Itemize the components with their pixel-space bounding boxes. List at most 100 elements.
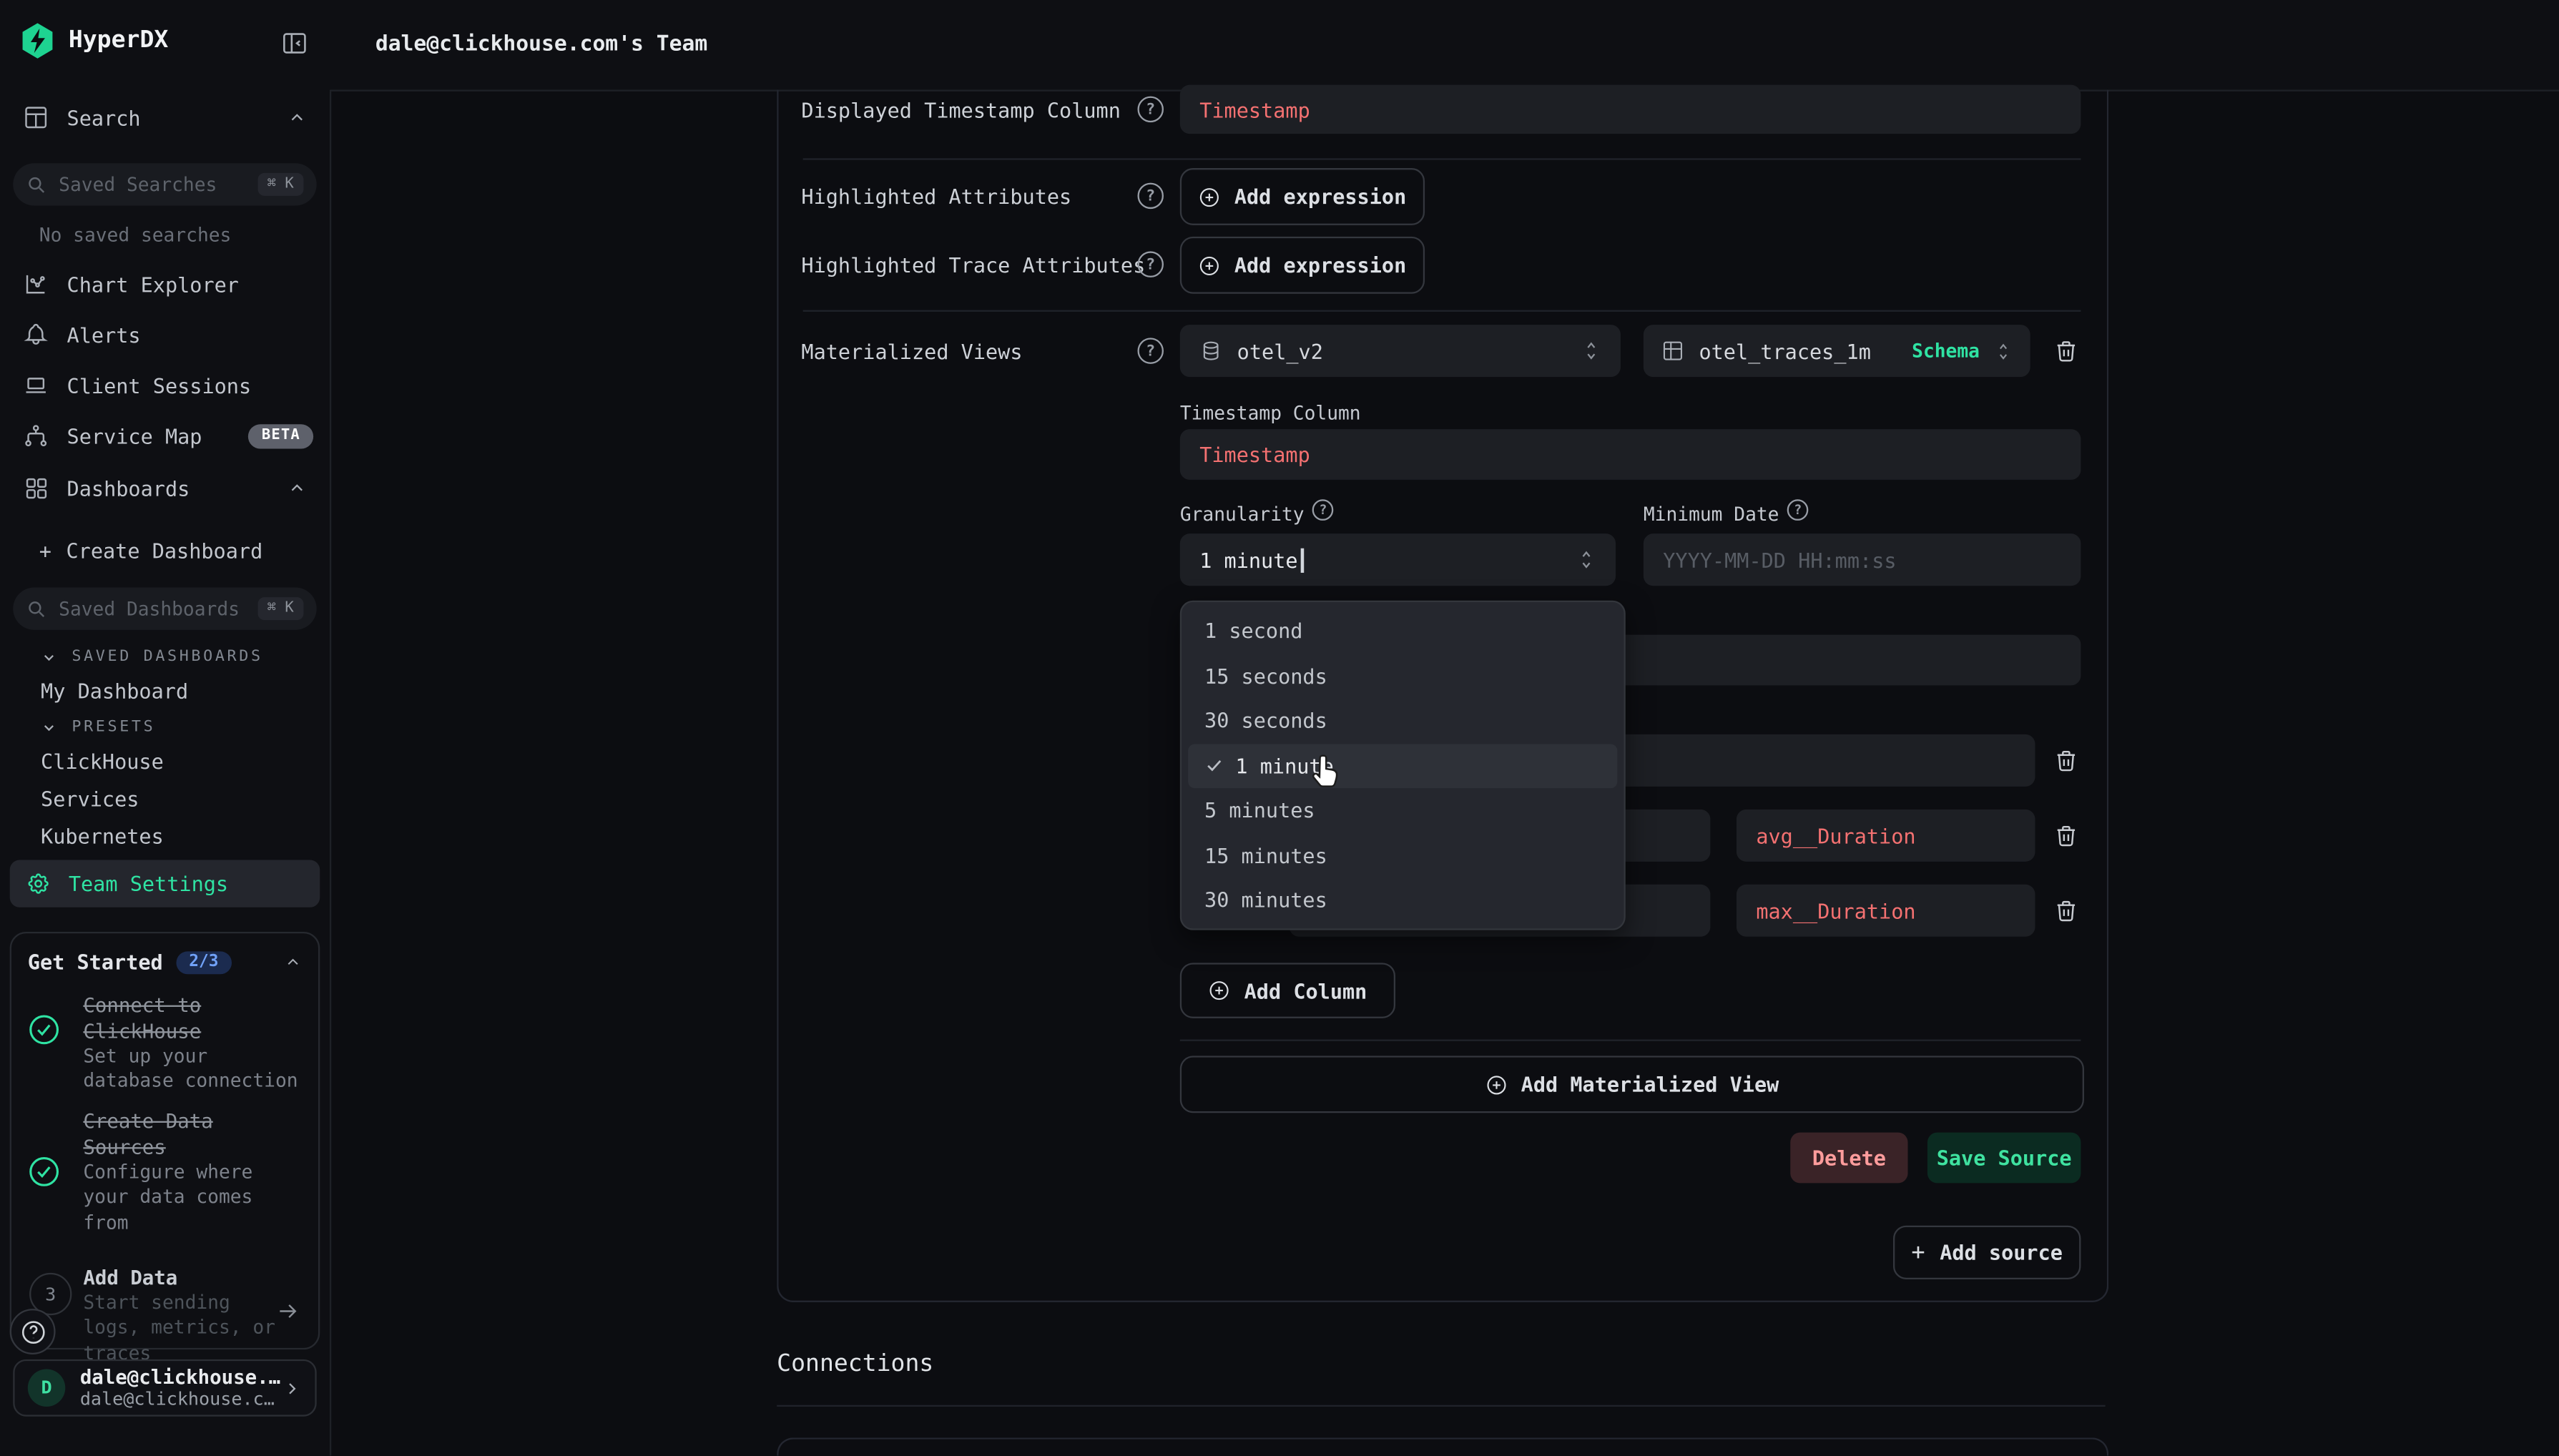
schema-badge[interactable]: Schema — [1912, 340, 1980, 363]
dropdown-option[interactable]: 30 seconds — [1188, 699, 1617, 744]
column-alias-input[interactable]: max__Duration — [1737, 885, 2035, 937]
chevron-up-icon — [288, 108, 307, 127]
selector-icon — [1581, 340, 1601, 363]
save-source-button[interactable]: Save Source — [1927, 1133, 2081, 1184]
app-title: HyperDX — [69, 28, 168, 54]
saved-dashboards-input[interactable]: Saved Dashboards ⌘ K — [13, 587, 316, 629]
help-button[interactable] — [10, 1309, 56, 1354]
displayed-timestamp-label: Displayed Timestamp Column — [801, 98, 1121, 122]
delete-column-icon[interactable] — [2053, 822, 2080, 849]
highlighted-trace-attributes-label: Highlighted Trace Attributes — [801, 253, 1145, 277]
dropdown-option[interactable]: 30 minutes — [1188, 878, 1617, 923]
granularity-label: Granularity — [1180, 503, 1305, 526]
granularity-dropdown: 1 second 15 seconds 30 seconds 1 minute … — [1180, 601, 1626, 930]
get-started-step[interactable]: Create Data Sources Configure where your… — [83, 1110, 252, 1235]
connections-card — [777, 1437, 2108, 1455]
create-dashboard-button[interactable]: + Create Dashboard — [39, 538, 263, 563]
saved-searches-input[interactable]: Saved Searches ⌘ K — [13, 163, 316, 205]
search-icon — [26, 598, 48, 619]
help-icon[interactable]: ? — [1137, 97, 1164, 123]
granularity-select[interactable]: 1 minute — [1180, 533, 1616, 586]
plus-circle-icon — [1199, 254, 1222, 277]
plus-circle-icon — [1485, 1073, 1508, 1096]
divider — [803, 310, 2081, 312]
section-saved-dashboards[interactable]: SAVED DASHBOARDS — [41, 648, 263, 666]
sidebar-item-service-map[interactable]: Service Map BETA — [23, 423, 313, 449]
info-icon[interactable]: ? — [1312, 499, 1334, 521]
user-email: dale@clickhouse.c… — [80, 1389, 280, 1410]
sidebar-item-team-settings[interactable]: Team Settings — [10, 860, 320, 907]
page-title: dale@clickhouse.com's Team — [375, 33, 707, 57]
chevron-right-icon — [283, 1378, 302, 1397]
dropdown-option[interactable]: 1 second — [1188, 609, 1617, 654]
sidebar-item-kubernetes[interactable]: Kubernetes — [41, 824, 164, 848]
plus-circle-icon — [1208, 979, 1231, 1002]
delete-column-icon[interactable] — [2053, 747, 2080, 774]
sidebar-item-services[interactable]: Services — [41, 787, 139, 811]
add-column-button[interactable]: Add Column — [1180, 963, 1395, 1018]
column-alias-input[interactable]: avg__Duration — [1737, 810, 2035, 862]
delete-view-icon[interactable] — [2053, 338, 2080, 364]
sidebar-item-alerts[interactable]: Alerts — [23, 322, 307, 348]
get-started-header[interactable]: Get Started 2/3 — [28, 950, 302, 974]
dropdown-option[interactable]: 15 minutes — [1188, 833, 1617, 878]
info-icon[interactable]: ? — [1787, 499, 1809, 521]
sidebar-item-chart-explorer[interactable]: Chart Explorer — [23, 271, 307, 297]
divider — [1180, 1040, 2081, 1041]
table-select[interactable]: otel_traces_1m Schema — [1644, 325, 2030, 377]
divider — [777, 1405, 2105, 1407]
get-started-step[interactable]: Add Data Start sending logs, metrics, or… — [83, 1264, 275, 1365]
bell-icon — [23, 322, 49, 348]
sidebar-item-clickhouse[interactable]: ClickHouse — [41, 749, 164, 773]
minimum-date-input[interactable]: YYYY-MM-DD HH:mm:ss — [1644, 533, 2081, 586]
sidebar-item-client-sessions[interactable]: Client Sessions — [23, 372, 307, 398]
timestamp-column-label: Timestamp Column — [1180, 401, 1361, 424]
search-group-icon — [23, 104, 49, 131]
user-name: dale@clickhouse.… — [80, 1366, 280, 1389]
hyperdx-logo-icon — [21, 23, 54, 59]
dropdown-option[interactable]: 15 seconds — [1188, 654, 1617, 699]
add-materialized-view-button[interactable]: Add Materialized View — [1180, 1056, 2084, 1113]
add-expression-button[interactable]: Add expression — [1180, 168, 1425, 225]
table-icon — [1661, 340, 1684, 363]
database-icon — [1199, 340, 1222, 363]
sidebar-item-my-dashboard[interactable]: My Dashboard — [41, 679, 188, 703]
dropdown-option[interactable]: 5 minutes — [1188, 788, 1617, 833]
chevron-down-icon — [41, 649, 57, 665]
collapse-sidebar-icon[interactable] — [280, 29, 308, 57]
plus-icon: + — [39, 538, 51, 563]
connections-title: Connections — [777, 1351, 933, 1377]
view-select[interactable]: otel_v2 — [1180, 325, 1621, 377]
laptop-icon — [23, 372, 49, 398]
help-icon[interactable]: ? — [1137, 338, 1164, 364]
help-icon[interactable]: ? — [1137, 183, 1164, 210]
highlighted-attributes-label: Highlighted Attributes — [801, 185, 1071, 209]
chevron-up-icon — [288, 478, 307, 498]
displayed-timestamp-input[interactable]: Timestamp — [1180, 85, 2081, 134]
delete-column-icon[interactable] — [2053, 897, 2080, 924]
dropdown-option-selected[interactable]: 1 minute — [1188, 743, 1617, 788]
sidebar-item-search[interactable]: Search — [23, 104, 307, 131]
sidebar: HyperDX Search Saved Searches ⌘ K No sav… — [0, 0, 331, 1455]
help-icon[interactable]: ? — [1137, 251, 1164, 277]
get-started-panel: Get Started 2/3 Connect to ClickHouse Se… — [10, 932, 320, 1349]
selector-icon — [1576, 549, 1596, 571]
plus-icon: + — [1911, 1239, 1925, 1266]
user-menu[interactable]: D dale@clickhouse.… dale@clickhouse.c… — [13, 1359, 316, 1417]
add-source-button[interactable]: + Add source — [1893, 1226, 2081, 1279]
chevron-up-icon — [284, 953, 302, 971]
beta-badge: BETA — [249, 423, 314, 448]
get-started-step[interactable]: Connect to ClickHouse Set up your databa… — [83, 994, 298, 1095]
plus-circle-icon — [1199, 185, 1222, 208]
progress-badge: 2/3 — [176, 950, 232, 973]
logo[interactable]: HyperDX — [21, 23, 169, 59]
add-expression-button[interactable]: Add expression — [1180, 237, 1425, 294]
divider — [803, 158, 2081, 159]
sidebar-item-dashboards[interactable]: Dashboards — [23, 475, 307, 501]
section-presets[interactable]: PRESETS — [41, 718, 155, 736]
materialized-views-label: Materialized Views — [801, 340, 1022, 364]
text-caret — [1301, 548, 1303, 572]
shortcut-badge: ⌘ K — [257, 597, 303, 620]
delete-button[interactable]: Delete — [1790, 1133, 1907, 1184]
timestamp-column-input[interactable]: Timestamp — [1180, 429, 2081, 480]
